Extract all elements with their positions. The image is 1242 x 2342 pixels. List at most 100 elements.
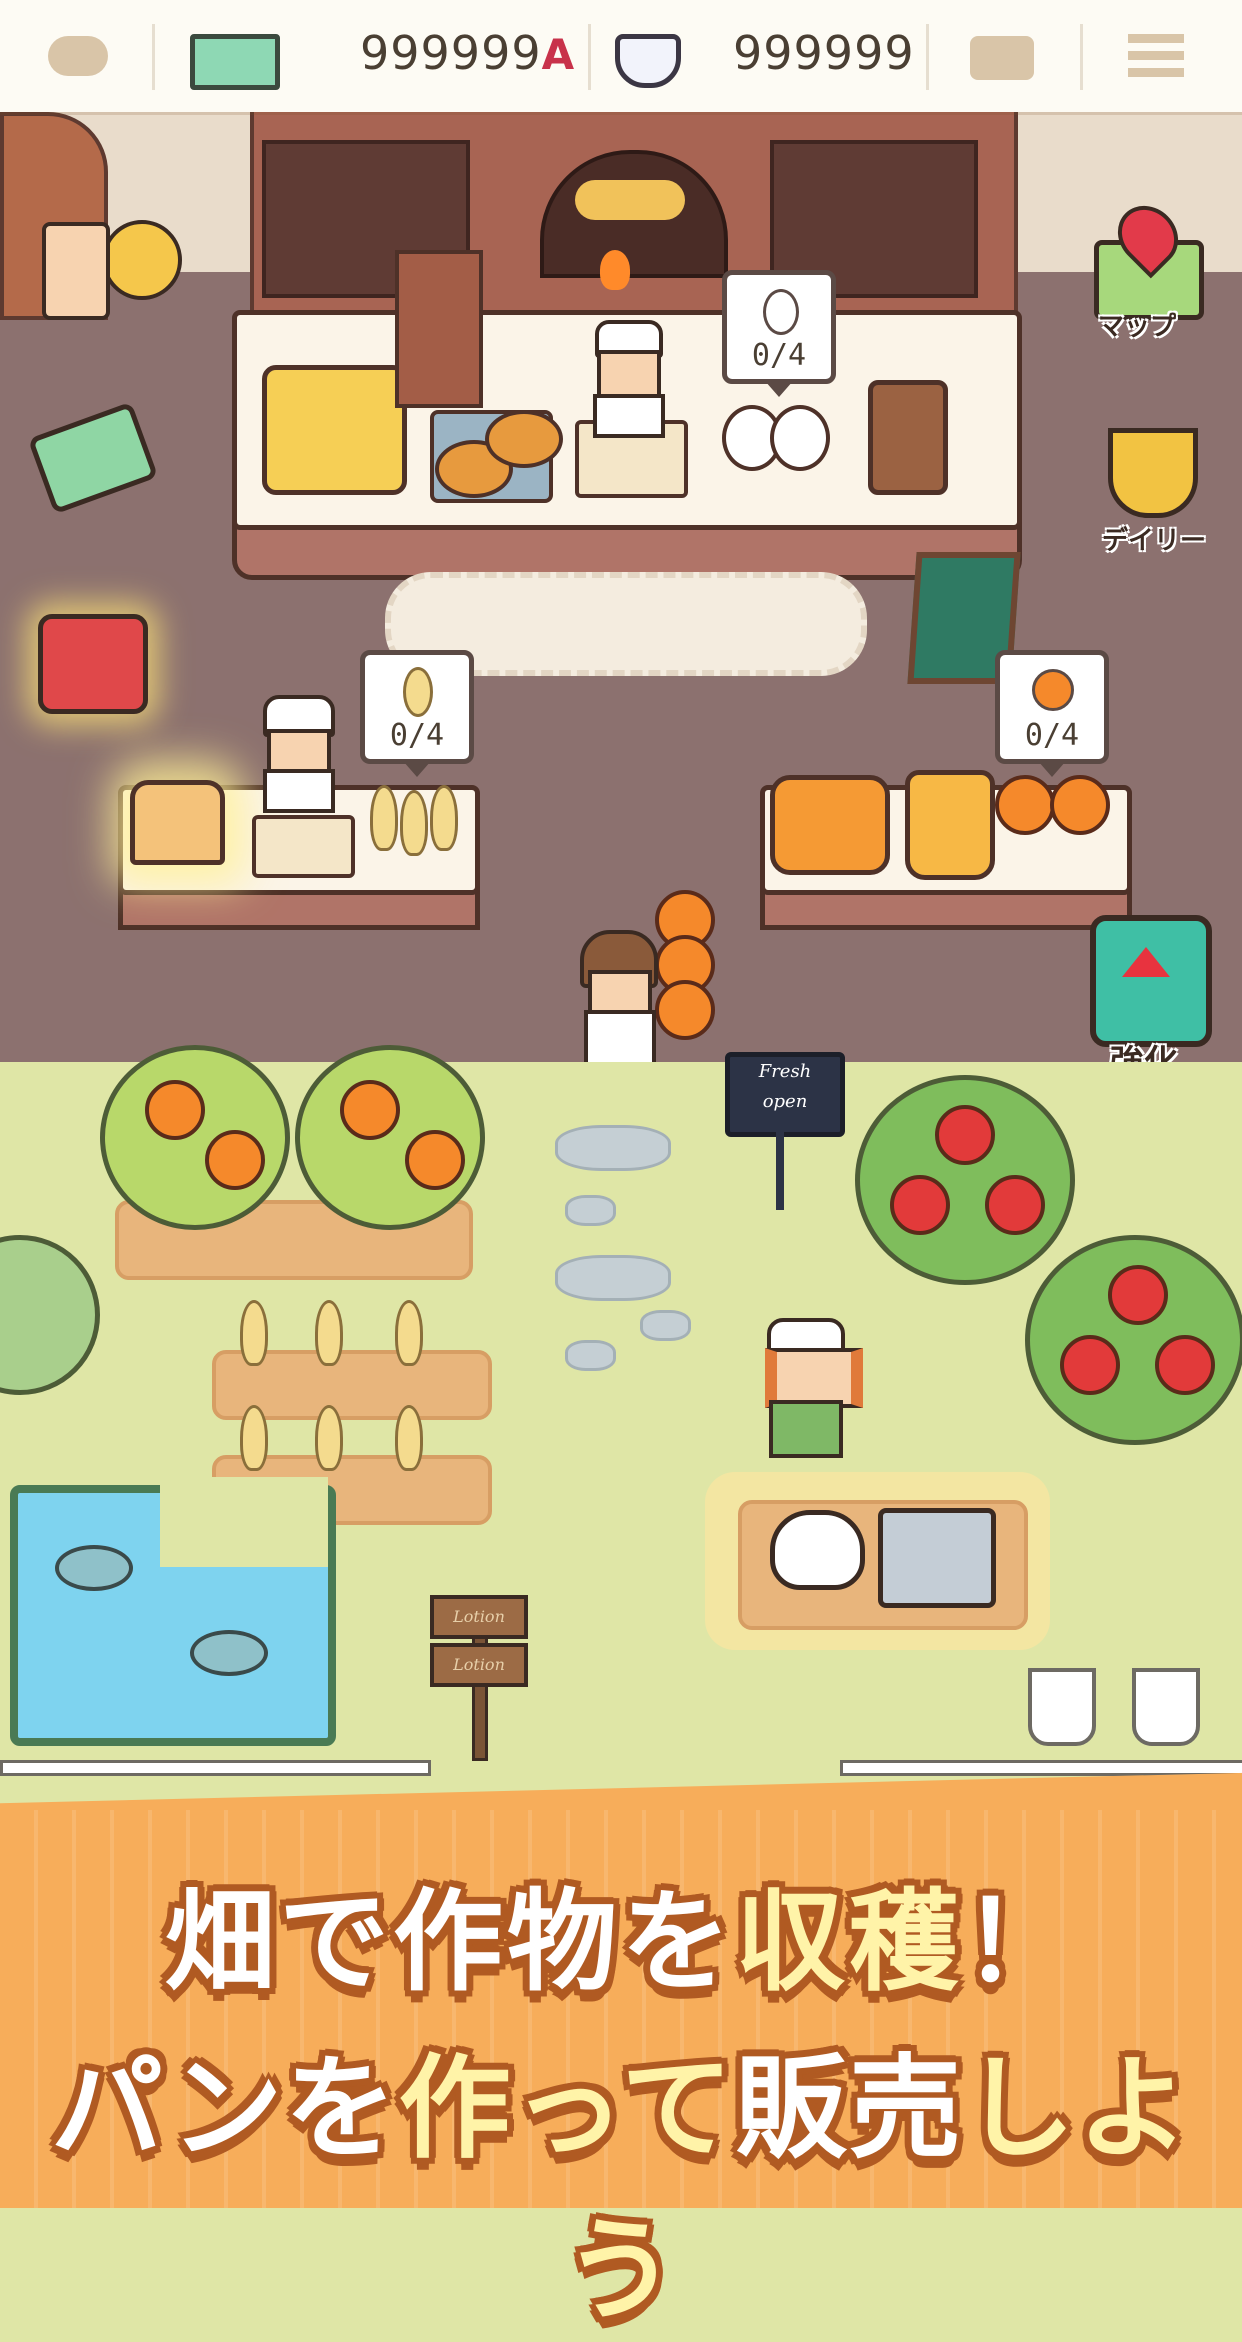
fish[interactable] [190,1630,268,1676]
apple-crate[interactable] [395,250,483,408]
clipboard-upgrade-icon [1090,915,1212,1047]
juicer[interactable] [905,770,995,880]
trophy-icon [1108,428,1198,518]
wheat-bundle [370,785,398,851]
shop-open-sign[interactable]: Fresh open [725,1052,845,1137]
banner-headline-line1: 畑で作物を収穫！ [0,1852,1242,2012]
baker-character[interactable] [585,320,665,438]
fire-icon [600,250,630,290]
diamond-icon [615,34,681,88]
divider [926,24,929,90]
bread-roll [485,410,563,468]
apple [985,1175,1045,1235]
wheat-request-bubble[interactable]: 0/4 [360,650,474,777]
treasure-chest-button[interactable] [34,600,154,720]
glowing-bread-loaf[interactable] [130,780,225,865]
egg-count: 0/4 [751,338,807,373]
potted-plant [1028,1668,1096,1746]
chicken[interactable] [770,1510,865,1590]
shop-sign-line1: Fresh [758,1061,812,1082]
egg-icon [763,289,799,335]
camera-button[interactable] [970,28,1036,88]
line2-part-a: パンを [50,2044,399,2174]
orange-count: 0/4 [1024,718,1080,753]
apple [1108,1265,1168,1325]
egg [770,405,830,471]
wheat-crop [395,1405,423,1471]
wheat-count: 0/4 [389,718,445,753]
pond-grass-notch [160,1477,328,1567]
potted-plant [1132,1668,1200,1746]
orange [995,775,1055,835]
daily-button[interactable]: デイリー [1082,412,1222,562]
up-arrow-icon [1122,947,1170,977]
staff-avatar [42,222,110,320]
wheat-crop [315,1405,343,1471]
staff-button[interactable] [32,210,182,320]
gamepad-button[interactable] [40,28,120,88]
signpost-top-text: Lotion [430,1595,528,1639]
map-button[interactable]: マップ [1082,193,1212,350]
money-suffix: A [541,30,576,79]
toaster-oven[interactable] [262,365,407,495]
money-counter: 999999A [360,26,575,80]
stepping-stone [555,1125,671,1171]
orange-request-bubble[interactable]: 0/4 [995,650,1109,777]
line2-highlight-a: 作って [398,2044,735,2174]
player-carrying-oranges[interactable] [570,890,720,1080]
orange [405,1130,465,1190]
top-status-bar: 999999A 999999 [0,0,1242,112]
wheat-crop [315,1300,343,1366]
fish[interactable] [55,1545,133,1591]
wheat-bundle [400,790,428,856]
gamepad-icon [48,36,108,76]
egg-crate[interactable] [878,1508,996,1608]
divider [588,24,591,90]
banner-headline-line2: パンを作って販売しよう [0,2018,1242,2342]
bread-in-oven [575,180,685,220]
money-value: 999999 [360,26,542,80]
camera-icon [970,36,1034,80]
daily-label: デイリー [1102,526,1207,556]
upgrade-button[interactable]: 強化 [1070,905,1230,1085]
orange [145,1080,205,1140]
line1-highlight: 収穫 [735,1878,963,2006]
hamburger-menu-icon [1128,34,1184,78]
stepping-stone [640,1310,691,1341]
divider [1080,24,1083,90]
wheat-crop [395,1300,423,1366]
shop-sign-line2: open [762,1091,808,1112]
left-fence [0,1760,431,1776]
line1-part-a: 畑で作物を [165,1878,735,2006]
coffee-grinder[interactable] [868,380,948,495]
apple [1155,1335,1215,1395]
orange-icon [1032,669,1074,711]
orange [1050,775,1110,835]
sliced-oranges-board[interactable] [770,775,890,875]
money-stack-icon [27,401,159,515]
line2-part-c: 販売 [735,2044,963,2174]
orange [205,1130,265,1190]
cash-icon [190,34,280,90]
stepping-stone [555,1255,671,1301]
baker-character[interactable] [255,695,335,813]
orange [340,1080,400,1140]
wooden-signpost[interactable]: Lotion Lotion [430,1595,528,1761]
line1-part-c: ！ [963,1878,1077,2006]
egg-request-bubble[interactable]: 0/4 [722,270,836,397]
stepping-stone [565,1340,616,1371]
dough-board[interactable] [252,815,355,878]
wheat-icon [403,667,433,717]
orange-tree[interactable] [100,1045,290,1230]
menu-button[interactable] [1128,34,1186,84]
signpost-bottom-text: Lotion [430,1643,528,1687]
cash-bundle-button[interactable] [27,401,159,515]
divider [152,24,155,90]
apple [935,1105,995,1165]
orange-tree[interactable] [295,1045,485,1230]
wheat-crop [240,1405,268,1471]
farmer-character[interactable] [755,1318,863,1458]
stepping-stone [565,1195,616,1226]
shop-sign-pole [776,1130,784,1210]
staff-fan-icon [102,220,182,300]
